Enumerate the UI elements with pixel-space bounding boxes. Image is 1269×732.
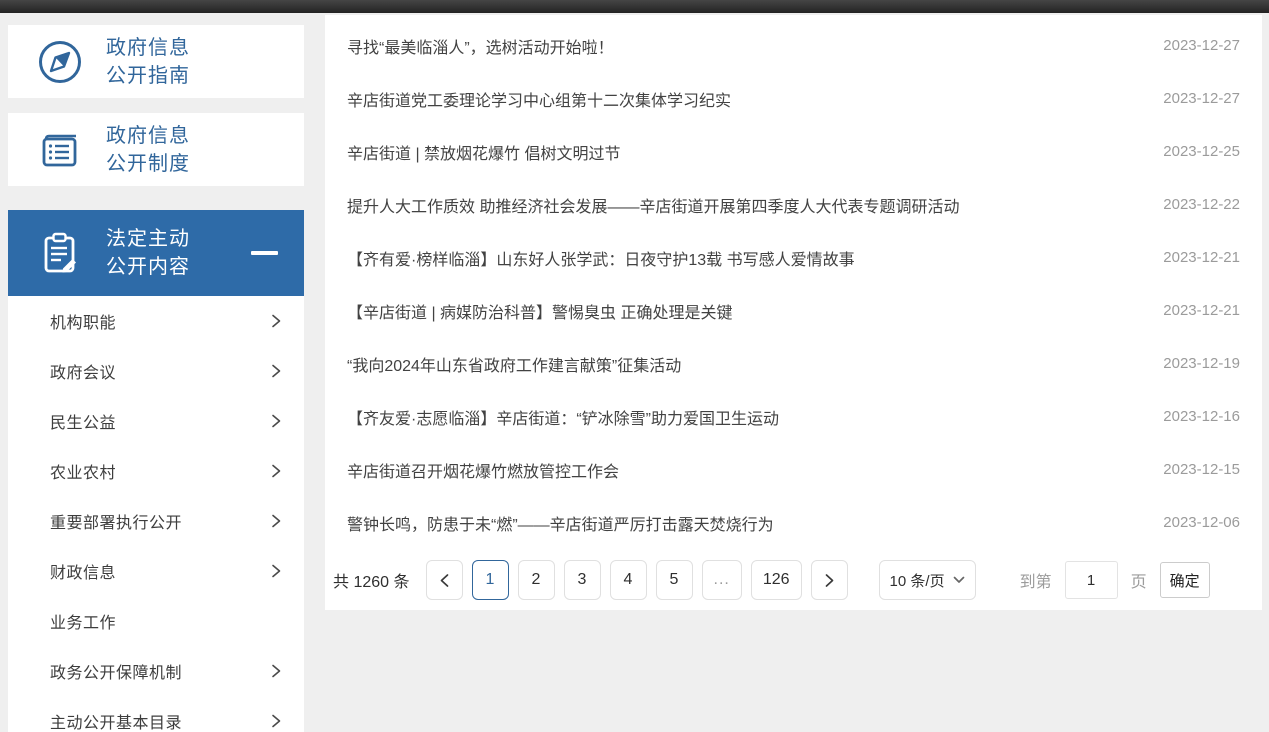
confirm-button[interactable]: 确定 (1160, 562, 1210, 598)
news-title-link[interactable]: “我向2024年山东省政府工作建言献策”征集活动 (347, 352, 681, 376)
goto-page-label: 到第 (1020, 568, 1052, 592)
next-page-button[interactable] (811, 560, 848, 600)
news-title-link[interactable]: 辛店街道召开烟花爆竹燃放管控工作会 (347, 458, 619, 482)
news-date: 2023-12-27 (1163, 37, 1240, 54)
sidebar-item-label: 政府信息 公开制度 (106, 122, 190, 178)
chevron-left-icon (439, 573, 450, 588)
news-date: 2023-12-15 (1163, 461, 1240, 478)
news-list-item[interactable]: 提升人大工作质效 助推经济社会发展——辛店街道开展第四季度人大代表专题调研活动 2… (347, 178, 1240, 231)
compass-icon (36, 38, 84, 86)
menu-item-label: 政务公开保障机制 (50, 659, 182, 683)
page-button-2[interactable]: 2 (518, 560, 555, 600)
news-title-link[interactable]: 【辛店街道 | 病媒防治科普】警惕臭虫 正确处理是关键 (347, 299, 733, 323)
news-list-item[interactable]: 寻找“最美临淄人”，选树活动开始啦！ 2023-12-27 (347, 19, 1240, 72)
menu-item-label: 政府会议 (50, 359, 116, 383)
prev-page-button[interactable] (426, 560, 463, 600)
chevron-right-icon (271, 463, 282, 479)
chevron-down-icon (953, 576, 965, 584)
chevron-right-icon (824, 573, 835, 588)
news-date: 2023-12-21 (1163, 302, 1240, 319)
chevron-right-icon (271, 363, 282, 379)
page-ellipsis-button[interactable]: ... (702, 560, 742, 600)
sidebar-item-label: 政府信息 公开指南 (106, 34, 190, 90)
news-title-link[interactable]: 【齐有爱·榜样临淄】山东好人张学武：日夜守护13载 书写感人爱情故事 (347, 246, 855, 270)
news-title-link[interactable]: 提升人大工作质效 助推经济社会发展——辛店街道开展第四季度人大代表专题调研活动 (347, 193, 959, 217)
sidebar-menu: 机构职能政府会议民生公益农业农村重要部署执行公开财政信息业务工作政务公开保障机制… (8, 296, 304, 732)
sidebar-menu-item[interactable]: 农业农村 (8, 446, 304, 496)
sidebar-menu-item[interactable]: 机构职能 (8, 296, 304, 346)
news-date: 2023-12-25 (1163, 143, 1240, 160)
sidebar-menu-item[interactable]: 财政信息 (8, 546, 304, 596)
sidebar-menu-item[interactable]: 政务公开保障机制 (8, 646, 304, 696)
news-date: 2023-12-27 (1163, 90, 1240, 107)
news-title-link[interactable]: 辛店街道 | 禁放烟花爆竹 倡树文明过节 (347, 140, 621, 164)
chevron-right-icon (271, 663, 282, 679)
sidebar-item-label: 法定主动 公开内容 (106, 225, 190, 281)
total-count-label: 共 1260 条 (333, 568, 410, 592)
menu-item-label: 财政信息 (50, 559, 116, 583)
news-title-link[interactable]: 【齐友爱·志愿临淄】辛店街道：“铲冰除雪”助力爱国卫生运动 (347, 405, 779, 429)
news-list-item[interactable]: “我向2024年山东省政府工作建言献策”征集活动 2023-12-19 (347, 337, 1240, 390)
clipboard-pencil-icon (36, 229, 84, 277)
news-title-link[interactable]: 辛店街道党工委理论学习中心组第十二次集体学习纪实 (347, 87, 731, 111)
sidebar-item-info-guide[interactable]: 政府信息 公开指南 (8, 25, 304, 98)
news-list-item[interactable]: 辛店街道召开烟花爆竹燃放管控工作会 2023-12-15 (347, 443, 1240, 496)
top-bar (0, 0, 1269, 13)
chevron-right-icon (271, 513, 282, 529)
goto-page-unit-label: 页 (1131, 568, 1147, 592)
news-date: 2023-12-19 (1163, 355, 1240, 372)
menu-item-label: 农业农村 (50, 459, 116, 483)
chevron-right-icon (271, 713, 282, 729)
chevron-right-icon (271, 313, 282, 329)
news-list-item[interactable]: 【辛店街道 | 病媒防治科普】警惕臭虫 正确处理是关键 2023-12-21 (347, 284, 1240, 337)
chevron-right-icon (271, 413, 282, 429)
menu-item-label: 机构职能 (50, 309, 116, 333)
menu-item-label: 重要部署执行公开 (50, 509, 182, 533)
sidebar: 政府信息 公开指南 政府信息 公开制度 (8, 25, 304, 732)
menu-item-label: 主动公开基本目录 (50, 709, 182, 732)
news-date: 2023-12-21 (1163, 249, 1240, 266)
chevron-right-icon (271, 563, 282, 579)
news-list-item[interactable]: 【齐友爱·志愿临淄】辛店街道：“铲冰除雪”助力爱国卫生运动 2023-12-16 (347, 390, 1240, 443)
pagination: 共 1260 条 12345...126 10 条/页 到第 页 确定 (333, 560, 1240, 600)
sidebar-menu-item[interactable]: 民生公益 (8, 396, 304, 446)
news-list: 寻找“最美临淄人”，选树活动开始啦！2023-12-27辛店街道党工委理论学习中… (347, 19, 1240, 549)
menu-item-label: 业务工作 (50, 609, 116, 633)
page-buttons: 12345...126 (472, 560, 811, 600)
page-button-1[interactable]: 1 (472, 560, 509, 600)
news-list-item[interactable]: 警钟长鸣，防患于未“燃”——辛店街道严厉打击露天焚烧行为 2023-12-06 (347, 496, 1240, 549)
page-size-label: 10 条/页 (890, 570, 945, 591)
collapse-minus-icon[interactable] (251, 251, 278, 255)
sidebar-menu-item[interactable]: 主动公开基本目录 (8, 696, 304, 732)
news-title-link[interactable]: 寻找“最美临淄人”，选树活动开始啦！ (347, 34, 614, 58)
page-button-4[interactable]: 4 (610, 560, 647, 600)
news-date: 2023-12-22 (1163, 196, 1240, 213)
menu-item-label: 民生公益 (50, 409, 116, 433)
sidebar-menu-item[interactable]: 重要部署执行公开 (8, 496, 304, 546)
sidebar-item-statutory-disclosure[interactable]: 法定主动 公开内容 (8, 210, 304, 296)
page-size-select[interactable]: 10 条/页 (879, 560, 976, 600)
news-date: 2023-12-06 (1163, 514, 1240, 531)
news-title-link[interactable]: 警钟长鸣，防患于未“燃”——辛店街道严厉打击露天焚烧行为 (347, 511, 774, 535)
page-button-3[interactable]: 3 (564, 560, 601, 600)
news-list-item[interactable]: 辛店街道党工委理论学习中心组第十二次集体学习纪实 2023-12-27 (347, 72, 1240, 125)
news-date: 2023-12-16 (1163, 408, 1240, 425)
sidebar-item-info-system[interactable]: 政府信息 公开制度 (8, 113, 304, 186)
news-panel: 寻找“最美临淄人”，选树活动开始啦！2023-12-27辛店街道党工委理论学习中… (325, 15, 1262, 610)
news-list-item[interactable]: 辛店街道 | 禁放烟花爆竹 倡树文明过节 2023-12-25 (347, 125, 1240, 178)
page-button-126[interactable]: 126 (751, 560, 802, 600)
sidebar-menu-item[interactable]: 业务工作 (8, 596, 304, 646)
news-list-item[interactable]: 【齐有爱·榜样临淄】山东好人张学武：日夜守护13载 书写感人爱情故事 2023-1… (347, 231, 1240, 284)
goto-page-input[interactable] (1065, 561, 1118, 599)
page-button-5[interactable]: 5 (656, 560, 693, 600)
book-icon (36, 126, 84, 174)
sidebar-menu-item[interactable]: 政府会议 (8, 346, 304, 396)
